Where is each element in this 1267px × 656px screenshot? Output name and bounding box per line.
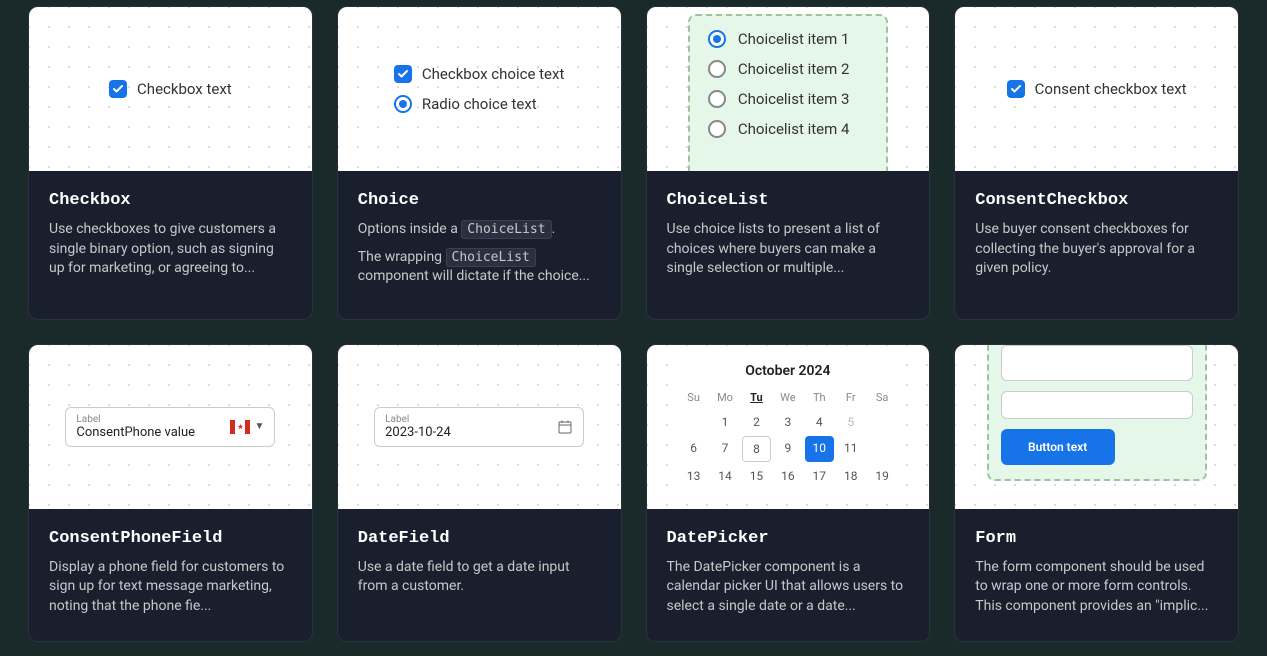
card-title: ConsentPhoneField (49, 529, 292, 548)
choicelist-item-label: Choicelist item 3 (738, 90, 850, 108)
datepicker-cell: 7 (710, 436, 739, 462)
field-value: 2023-10-24 (385, 425, 451, 440)
choicelist-item-label: Choicelist item 1 (738, 30, 850, 48)
radio-icon (708, 120, 726, 138)
card-desc: Use checkboxes to give customers a singl… (49, 220, 292, 279)
preview-choicelist: Choicelist item 1 Choicelist item 2 Choi… (647, 7, 930, 171)
datepicker-month: October 2024 (679, 363, 897, 379)
radio-icon (708, 90, 726, 108)
choicelist-item-label: Choicelist item 2 (738, 60, 850, 78)
datepicker-cell: 16 (773, 464, 802, 488)
datepicker-day-head: Sa (867, 387, 896, 408)
datepicker-cell: 10 (805, 436, 834, 462)
card-title: DatePicker (667, 529, 910, 548)
card-title: ConsentCheckbox (975, 191, 1218, 210)
card-desc: Use buyer consent checkboxes for collect… (975, 220, 1218, 279)
canada-flag-icon (230, 420, 250, 434)
card-desc: Display a phone field for customers to s… (49, 558, 292, 617)
radio-icon (708, 60, 726, 78)
datepicker-cell: 19 (867, 464, 896, 488)
preview-datefield: Label 2023-10-24 (338, 345, 621, 509)
checkbox-icon (109, 80, 127, 98)
choice-radio-label: Radio choice text (422, 95, 537, 113)
preview-choice: Checkbox choice text Radio choice text (338, 7, 621, 171)
datepicker-day-head: Su (679, 387, 708, 408)
card-datepicker[interactable]: October 2024 SuMoTuWeThFrSa 12345 67891011… (646, 344, 931, 642)
card-title: DateField (358, 529, 601, 548)
datepicker-cell: 1 (710, 410, 739, 434)
datepicker-cell (679, 410, 708, 434)
form-input (1001, 391, 1193, 419)
datepicker-day-head: Mo (710, 387, 739, 408)
card-consentcheckbox[interactable]: Consent checkbox text ConsentCheckbox Us… (954, 6, 1239, 320)
card-title: ChoiceList (667, 191, 910, 210)
field-label: Label (385, 414, 451, 425)
preview-consentcheckbox: Consent checkbox text (955, 7, 1238, 171)
card-choice[interactable]: Checkbox choice text Radio choice text C… (337, 6, 622, 320)
datepicker-cell: 14 (710, 464, 739, 488)
card-desc: Use a date field to get a date input fro… (358, 558, 601, 597)
datepicker-cell: 13 (679, 464, 708, 488)
preview-datepicker: October 2024 SuMoTuWeThFrSa 12345 67891011… (647, 345, 930, 509)
component-grid: Checkbox text Checkbox Use checkboxes to… (28, 6, 1239, 642)
preview-form: Button text (955, 345, 1238, 509)
radio-icon (708, 30, 726, 48)
datepicker-day-head: Th (805, 387, 834, 408)
datepicker-cell: 11 (836, 436, 865, 462)
form-button: Button text (1001, 429, 1115, 465)
datepicker-cell (867, 436, 896, 462)
choicelist-item-label: Choicelist item 4 (738, 120, 850, 138)
datepicker-day-head: We (773, 387, 802, 408)
calendar-icon (557, 419, 573, 435)
datepicker-cell: 3 (773, 410, 802, 434)
datepicker-cell: 15 (742, 464, 771, 488)
datepicker-cell: 5 (836, 410, 865, 434)
checkbox-icon (394, 65, 412, 83)
radio-icon (394, 95, 412, 113)
card-datefield[interactable]: Label 2023-10-24 DateField Use a date fi… (337, 344, 622, 642)
datepicker-cell: 4 (805, 410, 834, 434)
datepicker-cell (867, 410, 896, 434)
card-title: Checkbox (49, 191, 292, 210)
choice-checkbox-label: Checkbox choice text (422, 65, 564, 83)
datepicker-day-head: Fr (836, 387, 865, 408)
card-desc: Options inside a ChoiceList. The wrappin… (358, 220, 601, 287)
card-choicelist[interactable]: Choicelist item 1 Choicelist item 2 Choi… (646, 6, 931, 320)
card-desc: The form component should be used to wra… (975, 558, 1218, 617)
card-form[interactable]: Button text Form The form component shou… (954, 344, 1239, 642)
preview-checkbox: Checkbox text (29, 7, 312, 171)
checkbox-icon (1007, 80, 1025, 98)
datepicker-day-head: Tu (742, 387, 771, 408)
chevron-down-icon: ▼ (254, 421, 264, 432)
checkbox-label: Checkbox text (137, 80, 232, 98)
consent-checkbox-label: Consent checkbox text (1035, 80, 1187, 98)
datepicker-cell: 2 (742, 410, 771, 434)
datepicker-cell: 8 (742, 436, 771, 462)
card-desc: Use choice lists to present a list of ch… (667, 220, 910, 279)
field-label: Label (76, 414, 195, 425)
card-desc: The DatePicker component is a calendar p… (667, 558, 910, 617)
card-checkbox[interactable]: Checkbox text Checkbox Use checkboxes to… (28, 6, 313, 320)
form-input (1001, 345, 1193, 381)
datepicker-cell: 9 (773, 436, 802, 462)
datepicker-cell: 17 (805, 464, 834, 488)
card-consentphonefield[interactable]: Label ConsentPhone value ▼ ConsentPhoneF… (28, 344, 313, 642)
datepicker-cell: 6 (679, 436, 708, 462)
preview-consentphonefield: Label ConsentPhone value ▼ (29, 345, 312, 509)
field-value: ConsentPhone value (76, 425, 195, 440)
datepicker-cell: 18 (836, 464, 865, 488)
card-title: Choice (358, 191, 601, 210)
card-title: Form (975, 529, 1218, 548)
